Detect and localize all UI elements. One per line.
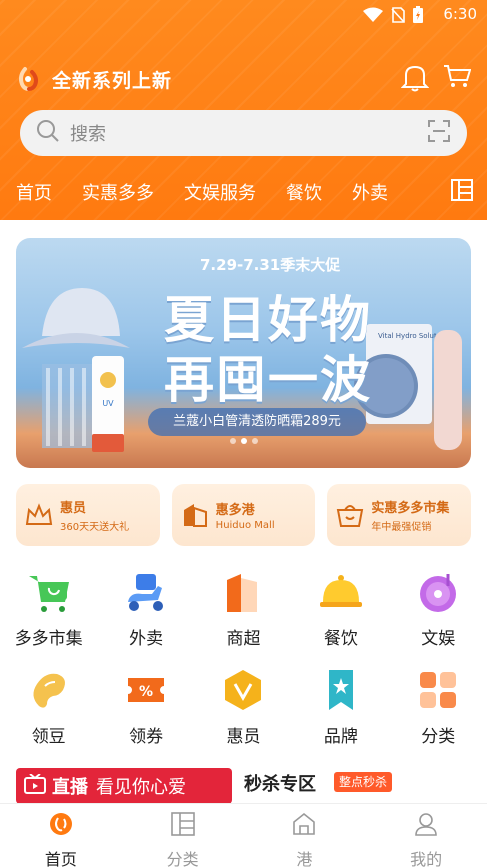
grid-label-coupons: 领券 [129, 727, 164, 747]
card-member[interactable]: 惠员 360天天送大礼 [16, 484, 160, 546]
flash-sale-badge: 整点秒杀 [334, 772, 393, 792]
grid-label-category: 分类 [421, 727, 456, 747]
card-market[interactable]: 实惠多多市集 年中最强促销 [327, 484, 472, 546]
search-icon [36, 119, 60, 147]
grid-item-brand[interactable]: 品牌 [292, 662, 389, 760]
cart-icon[interactable] [443, 62, 472, 96]
crown-icon [24, 500, 54, 530]
top-nav: 首页 实惠多多 文娱服务 餐饮 外卖 [0, 170, 487, 214]
svg-text:Vital Hydro Solution: Vital Hydro Solution [378, 332, 436, 340]
grid-item-dining[interactable]: 餐饮 [292, 564, 389, 662]
bell-icon[interactable] [400, 62, 430, 96]
building-icon [180, 500, 210, 530]
category-icon [170, 812, 195, 840]
scan-icon[interactable] [427, 119, 451, 147]
category-squares-icon [414, 666, 462, 714]
card-market-sub: 年中最强促销 [371, 522, 432, 533]
grid-label-brand: 品牌 [323, 727, 358, 747]
tab-home-label: 首页 [44, 850, 77, 867]
battery-icon [413, 6, 423, 27]
cloche-icon [317, 568, 365, 616]
grid-item-beans[interactable]: 领豆 [0, 662, 97, 760]
feature-cards: 惠员 360天天送大礼 惠多港 Huiduo Mall 实惠多多市集 年中最强促… [16, 484, 472, 546]
brand-row: 全新系列上新 [16, 62, 472, 96]
nav-item-dining[interactable]: 餐饮 [271, 179, 337, 205]
v-badge-icon [219, 666, 267, 714]
shopping-cart-icon [25, 568, 73, 616]
bottom-tab-bar: 首页 分类 港 我的 [0, 803, 487, 867]
card-market-title: 实惠多多市集 [371, 501, 450, 516]
carousel-dots [16, 438, 471, 444]
banner-title-line-2: 再囤一波 [164, 351, 372, 409]
live-subtitle: 看见你心爱 [96, 777, 186, 798]
tv-icon [24, 773, 46, 798]
grid-item-takeout[interactable]: 外卖 [97, 564, 194, 662]
carousel-dot[interactable] [229, 438, 236, 444]
carousel-dot[interactable] [240, 438, 247, 444]
tab-profile-label: 我的 [410, 850, 443, 867]
scooter-icon [122, 568, 170, 616]
grid-label-entertainment: 文娱 [421, 629, 456, 649]
header: 6:30 全新系列上新 搜索 首页 实惠多多 文娱服务 餐饮 外卖 [0, 0, 487, 220]
live-title: 直播 [52, 777, 88, 798]
shortcut-grid: 多多市集 外卖 商超 餐饮 文娱 领豆 % 领券 惠员 品牌 分类 [0, 564, 487, 760]
vinyl-icon [414, 568, 462, 616]
store-icon [219, 568, 267, 616]
house-icon [292, 812, 316, 840]
category-grid-icon[interactable] [451, 179, 473, 205]
grid-item-category[interactable]: 分类 [390, 662, 487, 760]
card-member-title: 惠员 [60, 501, 87, 516]
svg-text:%: % [139, 684, 153, 700]
bean-icon [25, 666, 73, 714]
tab-profile[interactable]: 我的 [365, 804, 487, 867]
tab-category[interactable]: 分类 [122, 804, 244, 867]
brand-title: 全新系列上新 [52, 69, 173, 92]
wifi-icon [363, 7, 383, 27]
grid-label-beans: 领豆 [31, 727, 66, 747]
search-input[interactable]: 搜索 [70, 120, 106, 146]
status-time: 6:30 [443, 5, 477, 23]
banner-promo-text: 兰蔻小白管清透防晒霜289元 [148, 408, 366, 436]
banner-subtitle: 7.29-7.31季末大促 [200, 256, 341, 274]
grid-item-coupons[interactable]: % 领券 [97, 662, 194, 760]
home-logo-icon [49, 812, 73, 840]
user-icon [414, 812, 438, 840]
flash-sale-title[interactable]: 秒杀专区 [244, 770, 316, 796]
coupon-icon: % [122, 666, 170, 714]
grid-item-entertainment[interactable]: 文娱 [390, 564, 487, 662]
nav-item-takeout[interactable]: 外卖 [337, 179, 403, 205]
brand-logo-icon [16, 66, 42, 92]
bookmark-star-icon [317, 666, 365, 714]
promo-banner[interactable]: UV Vital Hydro Solution 7.29-7.31季末大促 夏日… [16, 238, 471, 468]
nav-item-home[interactable]: 首页 [0, 179, 67, 205]
card-mall[interactable]: 惠多港 Huiduo Mall [171, 484, 316, 546]
carousel-dot[interactable] [251, 438, 258, 444]
card-member-sub: 360天天送大礼 [60, 522, 130, 533]
grid-label-market: 多多市集 [14, 629, 83, 649]
card-mall-title: 惠多港 [215, 503, 255, 518]
tab-port-label: 港 [296, 850, 313, 867]
grid-label-dining: 餐饮 [323, 629, 358, 649]
umbrella-image [430, 330, 466, 454]
grid-label-supermarket: 商超 [226, 629, 261, 649]
tab-port[interactable]: 港 [244, 804, 366, 867]
status-bar: 6:30 [0, 0, 487, 30]
card-mall-sub: Huiduo Mall [215, 520, 275, 531]
tab-category-label: 分类 [166, 850, 199, 867]
basket-icon [335, 500, 365, 530]
svg-text:UV: UV [102, 399, 114, 408]
live-banner[interactable]: 直播 看见你心爱 [16, 768, 232, 804]
grid-item-member[interactable]: 惠员 [195, 662, 292, 760]
grid-item-market[interactable]: 多多市集 [0, 564, 97, 662]
tab-home[interactable]: 首页 [0, 804, 122, 867]
nav-item-deals[interactable]: 实惠多多 [67, 179, 169, 205]
grid-item-supermarket[interactable]: 商超 [195, 564, 292, 662]
grid-label-takeout: 外卖 [129, 629, 164, 649]
grid-label-member: 惠员 [226, 727, 261, 747]
search-bar[interactable]: 搜索 [20, 110, 467, 156]
nav-item-entertainment[interactable]: 文娱服务 [169, 179, 271, 205]
no-sim-icon [391, 6, 405, 27]
